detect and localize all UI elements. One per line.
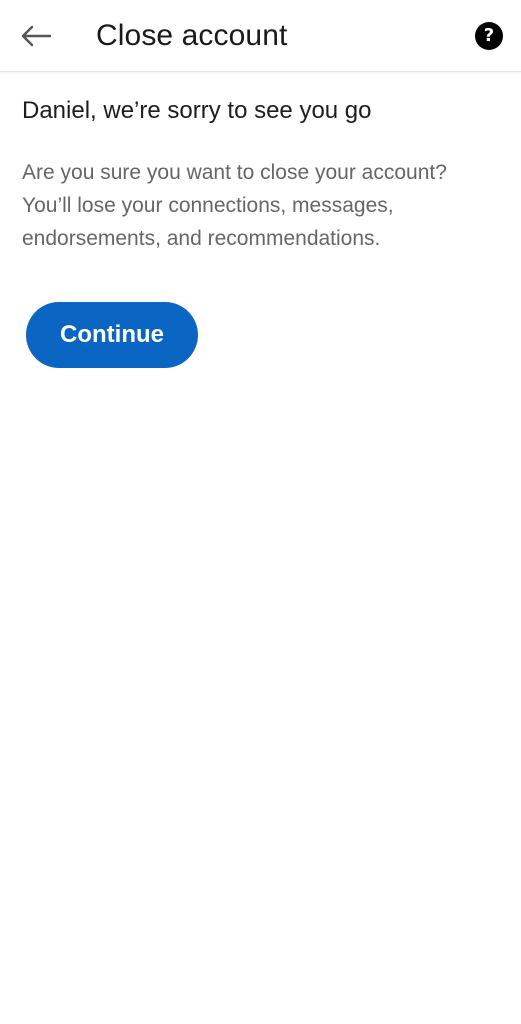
back-button[interactable] bbox=[14, 14, 58, 58]
top-app-bar: Close account ? bbox=[0, 0, 521, 72]
continue-button[interactable]: Continue bbox=[26, 302, 198, 368]
farewell-heading: Daniel, we’re sorry to see you go bbox=[22, 97, 372, 124]
main-content: Daniel, we’re sorry to see you go Are yo… bbox=[0, 96, 521, 368]
question-circle-icon: ? bbox=[483, 25, 495, 46]
close-account-screen: Close account ? Daniel, we’re sorry to s… bbox=[0, 0, 521, 1024]
help-button[interactable]: ? bbox=[475, 22, 503, 50]
arrow-left-icon bbox=[21, 25, 52, 47]
warning-message: Are you sure you want to close your acco… bbox=[22, 161, 447, 250]
page-title: Close account bbox=[96, 19, 288, 52]
